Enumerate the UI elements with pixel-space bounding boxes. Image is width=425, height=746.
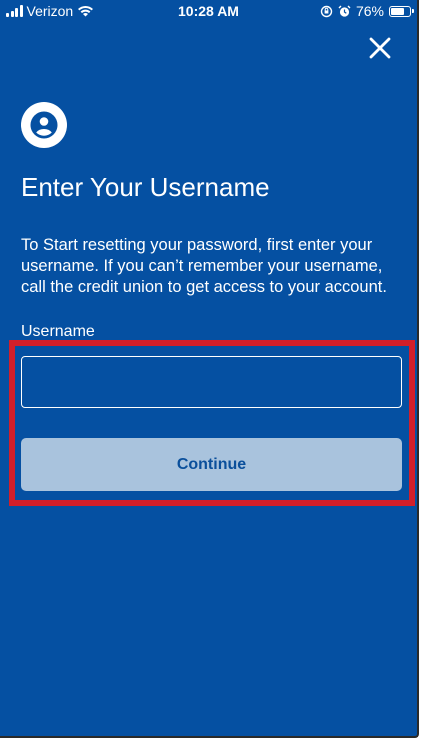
username-input[interactable]	[21, 356, 402, 408]
battery-percent: 76%	[355, 3, 384, 19]
continue-button[interactable]: Continue	[21, 438, 402, 491]
orientation-lock-icon	[320, 5, 333, 17]
close-button[interactable]	[367, 35, 393, 61]
avatar	[21, 102, 67, 148]
battery-icon	[389, 5, 414, 17]
user-circle-icon	[30, 111, 58, 139]
page-title: Enter Your Username	[21, 172, 270, 202]
status-right: 76%	[320, 3, 414, 19]
app-screen: Verizon 10:28 AM 76% Enter Your Username…	[0, 0, 419, 738]
instructions-text: To Start resetting your password, first …	[21, 236, 387, 296]
status-bar: Verizon 10:28 AM 76%	[0, 0, 417, 24]
username-label: Username	[21, 323, 95, 340]
alarm-icon	[338, 5, 351, 17]
close-icon	[369, 37, 391, 59]
battery-level	[391, 7, 404, 15]
